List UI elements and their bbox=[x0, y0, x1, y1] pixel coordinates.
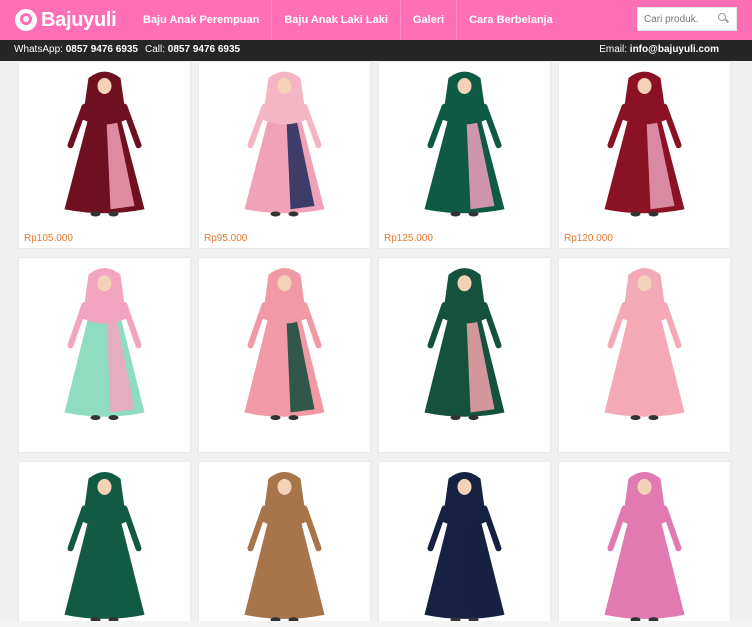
product-price: Rp120.000 bbox=[564, 233, 613, 244]
product-card[interactable]: Rp120.000 bbox=[558, 61, 731, 249]
product-image[interactable] bbox=[19, 62, 190, 222]
product-photo bbox=[604, 71, 685, 217]
product-image[interactable] bbox=[19, 462, 190, 627]
logo-icon bbox=[15, 9, 37, 31]
product-photo bbox=[244, 268, 325, 421]
page-bottom-edge bbox=[0, 621, 752, 627]
product-card[interactable] bbox=[558, 461, 731, 627]
product-card[interactable]: Rp100.000 bbox=[198, 257, 371, 453]
product-image[interactable] bbox=[199, 258, 370, 426]
whatsapp-contact: WhatsApp: 0857 9476 6935 bbox=[14, 44, 138, 55]
product-grid: Rp105.000 Rp95.000 Rp125.000 Rp120.000 Rp80.… bbox=[0, 61, 752, 627]
call-contact: Call: 0857 9476 6935 bbox=[145, 44, 240, 55]
product-card[interactable]: Rp105.000 bbox=[18, 61, 191, 249]
product-image[interactable] bbox=[559, 462, 730, 627]
search-icon[interactable] bbox=[714, 10, 732, 28]
product-image[interactable] bbox=[19, 258, 190, 426]
product-image[interactable] bbox=[559, 258, 730, 426]
email-label: Email: bbox=[599, 44, 628, 55]
product-photo bbox=[604, 471, 685, 623]
logo-text: Bajuyuli bbox=[41, 8, 117, 31]
product-card[interactable]: Rp70.000 bbox=[558, 257, 731, 453]
product-card[interactable]: Rp100.000 bbox=[378, 257, 551, 453]
product-card[interactable] bbox=[18, 461, 191, 627]
product-image[interactable] bbox=[199, 62, 370, 222]
search-input[interactable] bbox=[638, 13, 714, 25]
nav-item-baju-anak-perempuan[interactable]: Baju Anak Perempuan bbox=[127, 0, 271, 40]
email-address[interactable]: info@bajuyuli.com bbox=[630, 44, 719, 55]
main-nav: Baju Anak Perempuan Baju Anak Laki Laki … bbox=[127, 0, 565, 40]
nav-item-galeri[interactable]: Galeri bbox=[399, 0, 456, 40]
call-number[interactable]: 0857 9476 6935 bbox=[168, 44, 240, 55]
product-photo bbox=[424, 71, 505, 217]
contact-bar: WhatsApp: 0857 9476 6935 Call: 0857 9476… bbox=[0, 40, 752, 61]
product-card[interactable]: Rp95.000 bbox=[198, 61, 371, 249]
product-image[interactable] bbox=[379, 258, 550, 426]
product-card[interactable] bbox=[198, 461, 371, 627]
product-photo bbox=[424, 268, 505, 421]
product-price: Rp125.000 bbox=[384, 233, 433, 244]
product-image[interactable] bbox=[379, 462, 550, 627]
product-card[interactable] bbox=[378, 461, 551, 627]
product-photo bbox=[604, 268, 685, 421]
whatsapp-number[interactable]: 0857 9476 6935 bbox=[66, 44, 138, 55]
product-price: Rp95.000 bbox=[204, 233, 248, 244]
product-photo bbox=[64, 268, 145, 421]
nav-item-baju-anak-laki-laki[interactable]: Baju Anak Laki Laki bbox=[271, 0, 400, 40]
product-photo bbox=[424, 471, 505, 623]
product-card[interactable]: Rp80.000 bbox=[18, 257, 191, 453]
product-card[interactable]: Rp125.000 bbox=[378, 61, 551, 249]
search-box bbox=[637, 7, 737, 31]
email-contact: Email: info@bajuyuli.com bbox=[599, 44, 719, 55]
product-photo bbox=[244, 471, 325, 623]
product-photo bbox=[64, 471, 145, 623]
product-image[interactable] bbox=[199, 462, 370, 627]
top-navbar: Bajuyuli Baju Anak Perempuan Baju Anak L… bbox=[0, 0, 752, 40]
product-image[interactable] bbox=[379, 62, 550, 222]
nav-item-cara-berbelanja[interactable]: Cara Berbelanja bbox=[456, 0, 565, 40]
call-label: Call: bbox=[145, 44, 166, 55]
whatsapp-label: WhatsApp: bbox=[14, 44, 63, 55]
product-image[interactable] bbox=[559, 62, 730, 222]
site-logo[interactable]: Bajuyuli bbox=[0, 0, 127, 40]
product-photo bbox=[244, 71, 325, 217]
product-photo bbox=[64, 71, 145, 217]
product-price: Rp105.000 bbox=[24, 233, 73, 244]
